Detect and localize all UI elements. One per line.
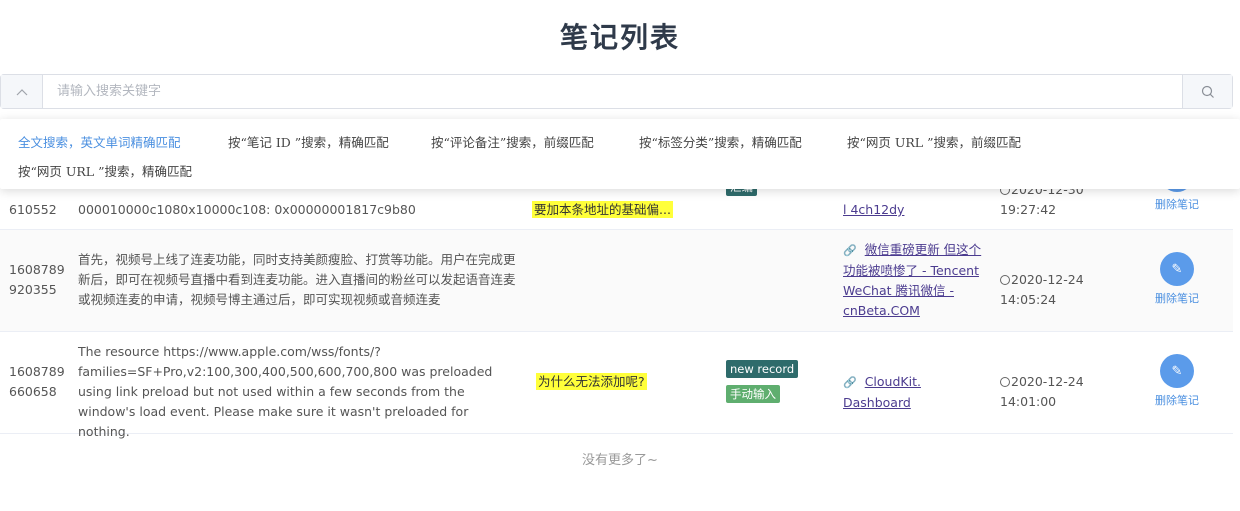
link-icon: 🔗 [843, 376, 857, 389]
source-url-link[interactable]: l 4ch12dy [843, 202, 904, 217]
search-icon [1201, 85, 1214, 98]
note-content: The resource https://www.apple.com/wss/f… [78, 344, 493, 439]
delete-note-button[interactable]: 删除笔记 [1152, 196, 1202, 212]
search-option-tag[interactable]: 按“标签分类”搜索，精确匹配 [639, 132, 802, 151]
clock-icon [1000, 377, 1010, 387]
search-option-url-prefix[interactable]: 按“网页 URL ”搜索，前缀匹配 [847, 132, 1021, 151]
note-id: 610552 [9, 202, 57, 217]
search-option-note-id[interactable]: 按“笔记 ID ”搜索，精确匹配 [228, 132, 389, 151]
tag-badge[interactable]: new record [726, 360, 799, 378]
search-option-url-exact[interactable]: 按“网页 URL ”搜索，精确匹配 [18, 161, 192, 180]
comment-highlight: 要加本条地址的基础偏... [532, 201, 673, 218]
delete-note-button[interactable]: 删除笔记 [1152, 290, 1202, 306]
search-input[interactable] [43, 75, 1182, 108]
delete-note-button[interactable]: 删除笔记 [1152, 392, 1202, 408]
page-title: 笔记列表 [559, 21, 680, 54]
edit-icon: ✎ [1171, 363, 1183, 379]
note-id-line2: 920355 [9, 282, 57, 297]
search-mode-dropdown: 全文搜索，英文单词精确匹配 按“笔记 ID ”搜索，精确匹配 按“评论备注”搜索… [0, 119, 1240, 189]
note-id-line1: 1608789 [9, 262, 65, 277]
table-row: 1608789 920355 首先，视频号上线了连麦功能，同时支持美颜瘦脸、打赏… [0, 230, 1233, 332]
note-content: 000010000c1080x10000c108: 0x00000001817c… [78, 202, 416, 217]
note-id-line1: 1608789 [9, 364, 65, 379]
edit-button[interactable]: ✎ [1160, 252, 1194, 286]
comment-highlight: 为什么无法添加呢? [536, 373, 647, 390]
note-time: 2020-12-24 14:05:24 [1000, 272, 1084, 307]
clock-icon [1000, 275, 1010, 285]
search-option-comment[interactable]: 按“评论备注”搜索，前缀匹配 [431, 132, 594, 151]
note-id-line2: 660658 [9, 384, 57, 399]
link-icon: 🔗 [843, 244, 857, 257]
search-mode-toggle[interactable] [1, 75, 43, 108]
chevron-up-icon [16, 88, 27, 95]
table-row: 1608789 660658 The resource https://www.… [0, 332, 1233, 439]
edit-button[interactable]: ✎ [1160, 354, 1194, 388]
search-option-fulltext[interactable]: 全文搜索，英文单词精确匹配 [18, 132, 181, 151]
edit-icon: ✎ [1171, 261, 1183, 277]
tag-badge[interactable]: 手动输入 [726, 385, 780, 403]
search-bar [0, 74, 1233, 109]
no-more-text: 没有更多了~ [582, 453, 658, 468]
note-time: 2020-12-24 14:01:00 [1000, 374, 1084, 409]
note-content: 首先，视频号上线了连麦功能，同时支持美颜瘦脸、打赏等功能。用户在完成更新后，即可… [78, 252, 516, 307]
source-url-link[interactable]: 微信重磅更新 但这个功能被喷惨了 - Tencent WeChat 腾讯微信 -… [843, 242, 981, 318]
search-button[interactable] [1182, 75, 1232, 108]
